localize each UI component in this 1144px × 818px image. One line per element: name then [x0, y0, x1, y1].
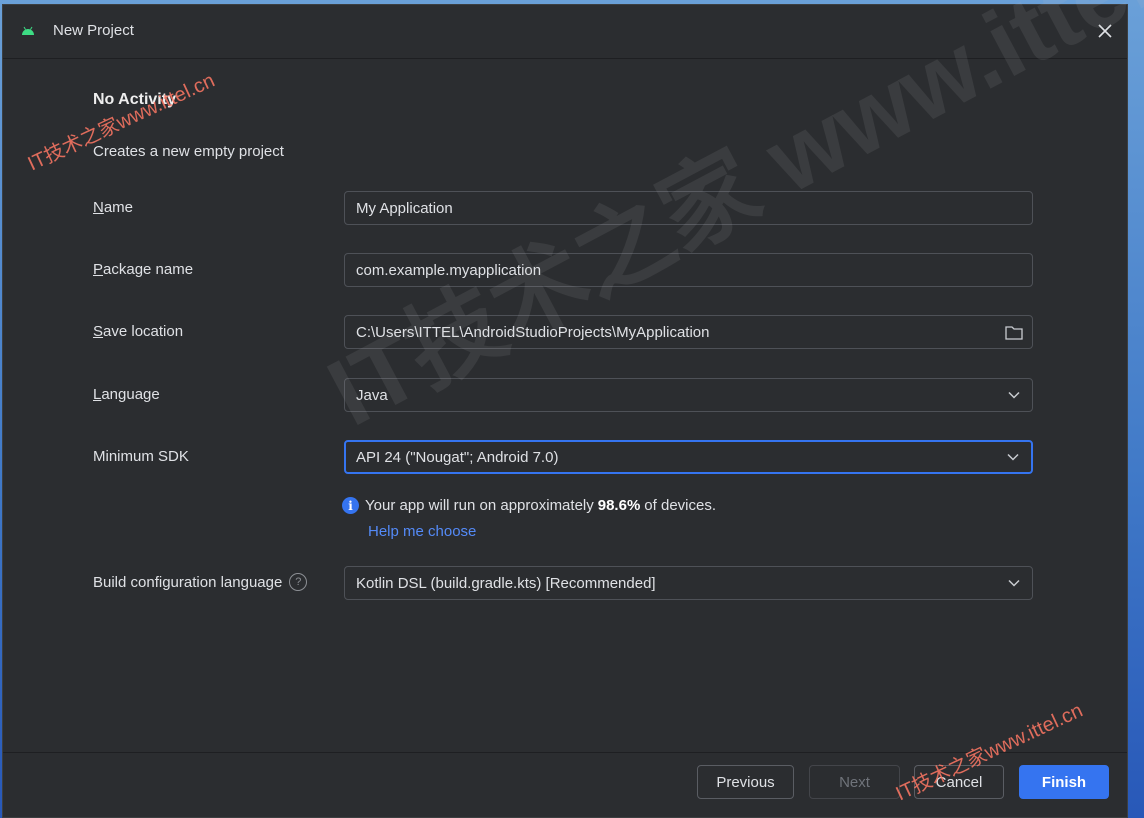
- info-icon: i: [342, 497, 359, 514]
- page-subtitle: Creates a new empty project: [93, 143, 284, 160]
- cancel-button[interactable]: Cancel: [914, 765, 1004, 799]
- package-name-value: com.example.myapplication: [356, 261, 542, 279]
- package-name-field[interactable]: com.example.myapplication: [344, 253, 1033, 287]
- save-location-field[interactable]: C:\Users\ITTEL\AndroidStudioProjects\MyA…: [344, 315, 1033, 349]
- info-prefix: Your app will run on approximately: [365, 497, 594, 514]
- language-label: Language: [93, 386, 160, 403]
- name-value: My Application: [356, 199, 453, 217]
- save-location-label-mnemonic: S: [93, 323, 104, 340]
- new-project-dialog: New Project No Activity Creates a new em…: [2, 4, 1128, 818]
- package-label-mnemonic: P: [93, 261, 104, 278]
- minimum-sdk-select[interactable]: API 24 ("Nougat"; Android 7.0): [344, 440, 1033, 474]
- language-label-mnemonic: L: [93, 386, 102, 403]
- name-field[interactable]: My Application: [344, 191, 1033, 225]
- next-button[interactable]: Next: [809, 765, 900, 799]
- question-icon[interactable]: ?: [289, 573, 308, 591]
- build-config-value: Kotlin DSL (build.gradle.kts) [Recommend…: [356, 574, 656, 592]
- close-icon[interactable]: [1093, 19, 1117, 43]
- info-suffix: of devices.: [644, 497, 717, 514]
- build-config-select[interactable]: Kotlin DSL (build.gradle.kts) [Recommend…: [344, 566, 1033, 600]
- build-config-label: Build configuration language ?: [93, 573, 308, 591]
- chevron-down-icon: [1004, 449, 1022, 465]
- save-location-value: C:\Users\ITTEL\AndroidStudioProjects\MyA…: [356, 323, 710, 341]
- save-location-label: Save location: [93, 323, 183, 340]
- folder-icon[interactable]: [1005, 324, 1023, 340]
- minimum-sdk-value: API 24 ("Nougat"; Android 7.0): [356, 448, 559, 466]
- finish-button[interactable]: Finish: [1019, 765, 1109, 799]
- package-label-text: ackage name: [103, 261, 194, 278]
- chevron-down-icon: [1005, 387, 1023, 403]
- title-bar: New Project: [3, 5, 1127, 59]
- dialog-footer: Previous Next Cancel Finish: [3, 752, 1127, 817]
- window-title: New Project: [53, 22, 134, 39]
- help-me-choose-link[interactable]: Help me choose: [368, 523, 476, 540]
- language-value: Java: [356, 386, 388, 404]
- package-name-label: Package name: [93, 261, 193, 278]
- save-location-label-text: ave location: [103, 323, 184, 340]
- info-percent: 98.6%: [597, 497, 641, 514]
- device-coverage-info: i Your app will run on approximately 98.…: [342, 497, 716, 514]
- chevron-down-icon: [1005, 575, 1023, 591]
- name-label: Name: [93, 199, 133, 216]
- name-label-mnemonic: N: [93, 199, 104, 216]
- dialog-content: No Activity Creates a new empty project …: [3, 59, 1127, 753]
- minimum-sdk-label: Minimum SDK: [93, 448, 189, 465]
- language-label-text: anguage: [101, 386, 160, 403]
- previous-button[interactable]: Previous: [697, 765, 794, 799]
- language-select[interactable]: Java: [344, 378, 1033, 412]
- page-title: No Activity: [93, 91, 176, 108]
- android-icon: [22, 26, 34, 35]
- build-config-label-text: Build configuration language: [93, 573, 283, 591]
- name-label-text: ame: [103, 199, 134, 216]
